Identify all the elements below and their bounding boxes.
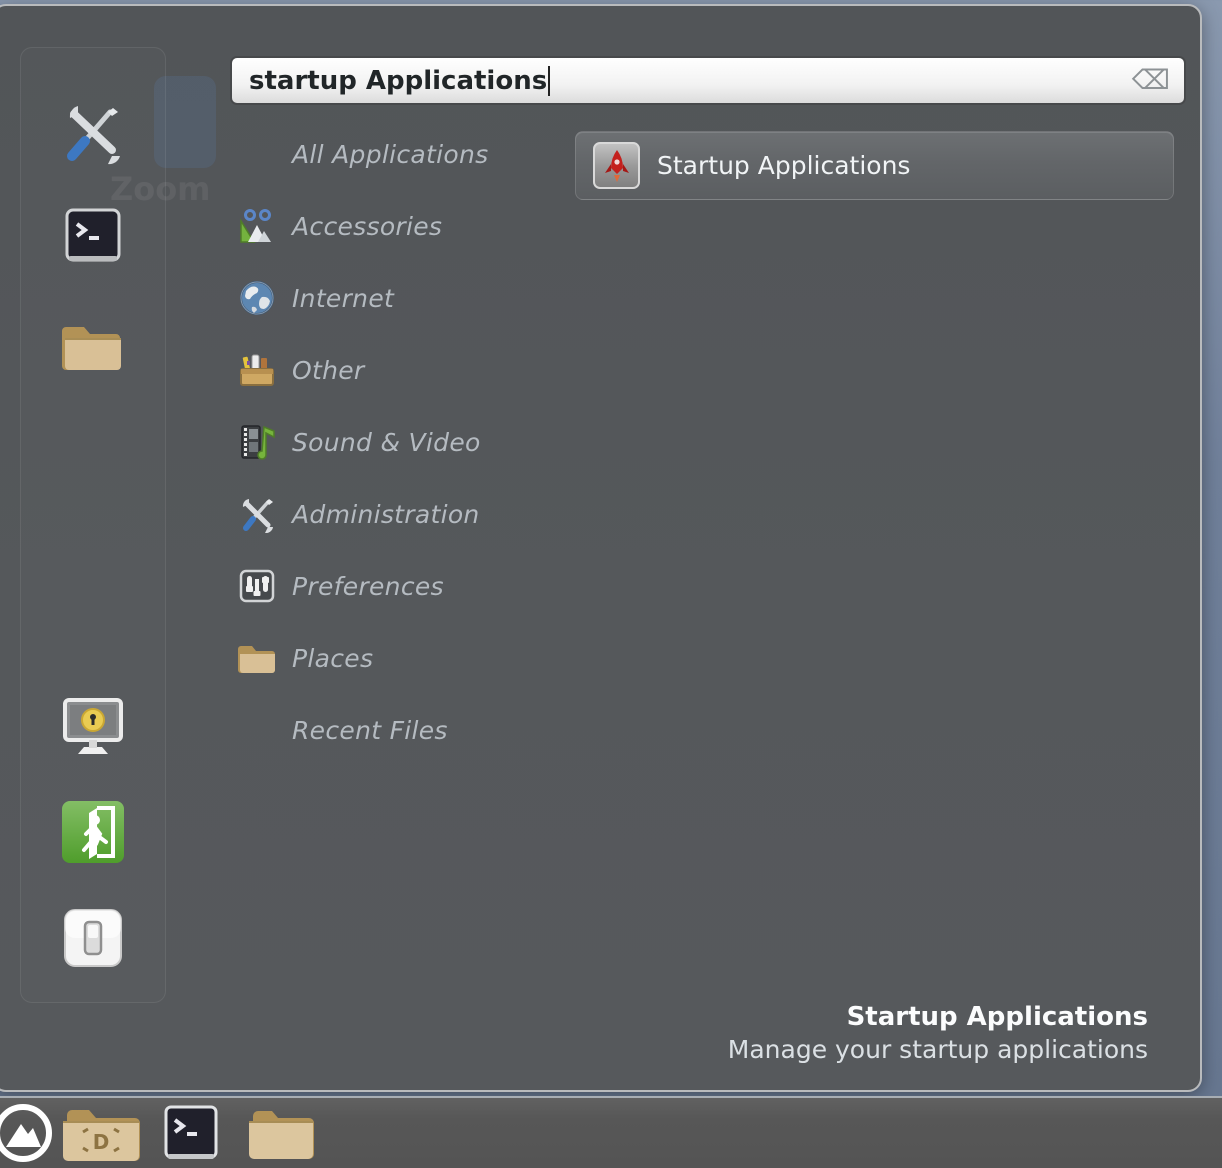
search-input[interactable]: startup Applications ⌫ xyxy=(230,56,1186,105)
taskbar-item-files[interactable] xyxy=(236,1097,326,1168)
category-administration[interactable]: Administration xyxy=(238,478,488,550)
taskbar-menu-button[interactable] xyxy=(0,1097,56,1168)
selected-app-description: Manage your startup applications xyxy=(728,1035,1148,1064)
category-internet[interactable]: Internet xyxy=(238,262,488,334)
toolbox-icon xyxy=(238,351,276,389)
taskbar-item-desktop-folder[interactable]: D xyxy=(56,1097,146,1168)
category-label: Administration xyxy=(292,500,480,529)
category-preferences[interactable]: Preferences xyxy=(238,550,488,622)
sidebar-item-logout[interactable] xyxy=(59,798,127,866)
sidebar-item-system-tools[interactable] xyxy=(56,96,130,170)
application-menu-window: Zoom xyxy=(0,4,1202,1092)
category-label: Accessories xyxy=(292,212,442,241)
selected-app-name: Startup Applications xyxy=(728,1002,1148,1032)
svg-text:D: D xyxy=(93,1130,110,1154)
sidebar-item-terminal[interactable] xyxy=(63,206,123,266)
monitor-lock-icon xyxy=(62,697,124,757)
globe-icon xyxy=(238,279,276,317)
category-label: Preferences xyxy=(292,572,444,601)
sidebar-item-lock-screen[interactable] xyxy=(60,696,126,758)
folder-icon xyxy=(238,639,276,677)
text-caret xyxy=(548,66,550,96)
category-label: Internet xyxy=(292,284,394,313)
taskbar: D xyxy=(0,1096,1222,1168)
preferences-sliders-icon xyxy=(238,567,276,605)
result-startup-applications[interactable]: Startup Applications xyxy=(575,131,1174,200)
folder-icon xyxy=(248,1106,314,1160)
wrench-screwdriver-icon xyxy=(58,98,128,168)
category-list: All Applications Accessories xyxy=(238,118,488,766)
exit-door-icon xyxy=(61,800,125,864)
category-sound-video[interactable]: Sound & Video xyxy=(238,406,488,478)
taskbar-item-terminal[interactable] xyxy=(146,1097,236,1168)
category-places[interactable]: Places xyxy=(238,622,488,694)
power-switch-icon xyxy=(63,908,123,968)
category-recent-files[interactable]: Recent Files xyxy=(238,694,488,766)
folder-d-icon: D xyxy=(61,1104,141,1162)
terminal-icon xyxy=(164,1105,218,1161)
sidebar-item-files[interactable] xyxy=(60,316,126,376)
favorites-sidebar xyxy=(20,47,166,1003)
clear-search-icon[interactable]: ⌫ xyxy=(1132,67,1170,94)
mint-logo-icon xyxy=(0,1102,56,1164)
selected-app-info: Startup Applications Manage your startup… xyxy=(728,1002,1148,1064)
category-label: All Applications xyxy=(292,140,488,169)
folder-icon xyxy=(62,319,124,373)
category-other[interactable]: Other xyxy=(238,334,488,406)
sidebar-item-shutdown[interactable] xyxy=(61,906,125,970)
result-label: Startup Applications xyxy=(657,151,910,180)
sound-video-icon xyxy=(238,423,276,461)
category-label: Recent Files xyxy=(292,716,448,745)
terminal-icon xyxy=(65,208,121,264)
category-accessories[interactable]: Accessories xyxy=(238,190,488,262)
category-all-applications[interactable]: All Applications xyxy=(238,118,488,190)
rocket-icon xyxy=(593,142,640,189)
category-label: Other xyxy=(292,356,364,385)
category-label: Places xyxy=(292,644,373,673)
admin-tools-icon xyxy=(238,495,276,533)
accessories-icon xyxy=(238,207,276,245)
category-label: Sound & Video xyxy=(292,428,481,457)
search-input-value: startup Applications xyxy=(249,66,547,96)
